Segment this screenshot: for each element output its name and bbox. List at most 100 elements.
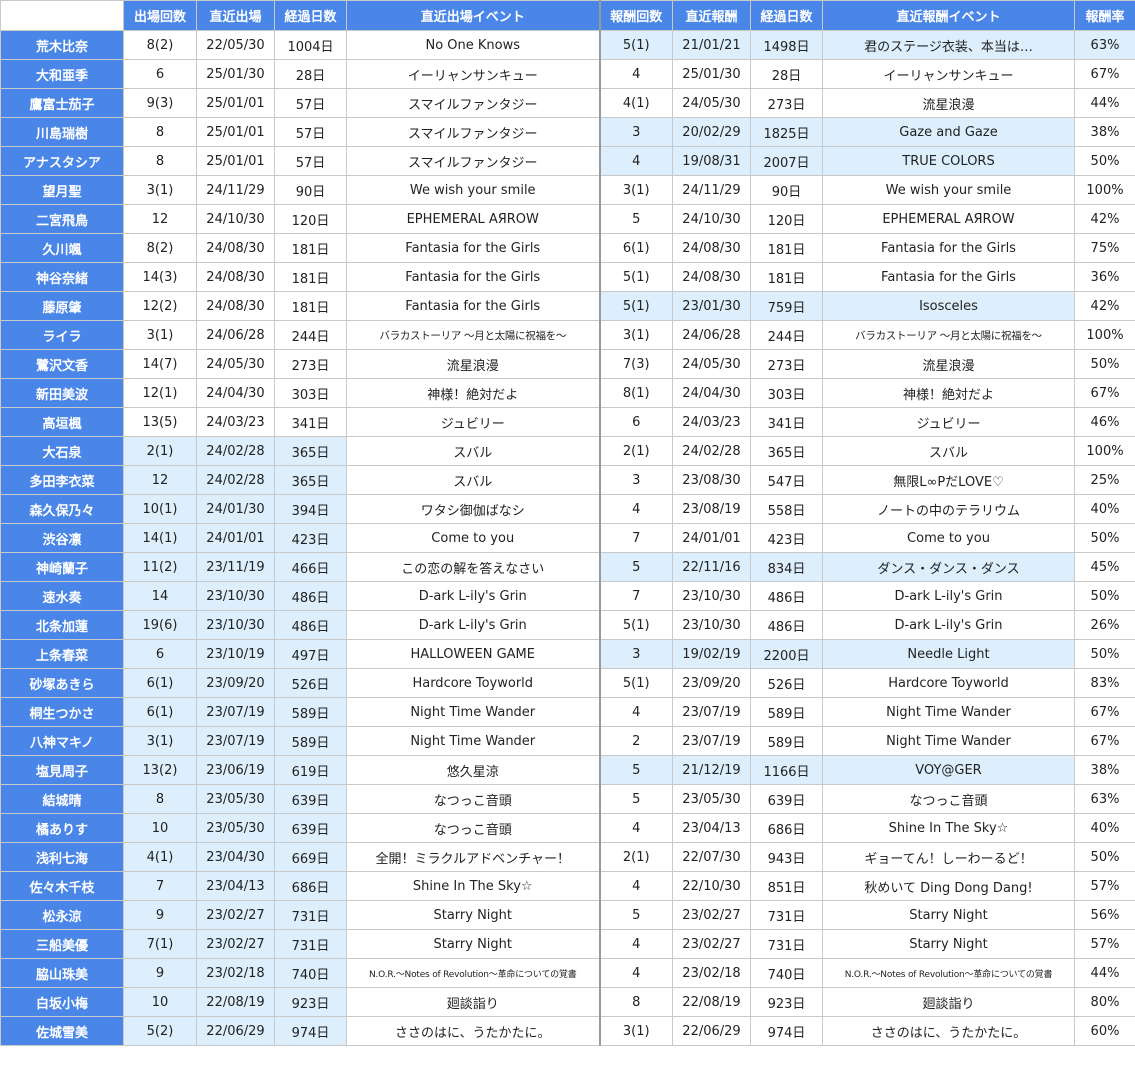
idol-name-cell[interactable]: 白坂小梅 [0, 987, 124, 1017]
reward-rate-cell[interactable]: 44% [1074, 958, 1135, 988]
reward-event-cell[interactable]: ジュビリー [822, 407, 1075, 437]
recent-appearance-cell[interactable]: 23/10/30 [196, 610, 275, 640]
idol-name-cell[interactable]: 川島瑞樹 [0, 117, 124, 147]
reward-rate-cell[interactable]: 50% [1074, 581, 1135, 611]
recent-reward-cell[interactable]: 22/07/30 [672, 842, 751, 872]
elapsed-days-cell[interactable]: 974日 [274, 1016, 347, 1046]
idol-name-cell[interactable]: 浅利七海 [0, 842, 124, 872]
recent-appearance-cell[interactable]: 24/02/28 [196, 465, 275, 495]
reward-elapsed-days-cell[interactable]: 740日 [750, 958, 823, 988]
reward-rate-cell[interactable]: 45% [1074, 552, 1135, 582]
idol-name-cell[interactable]: 結城晴 [0, 784, 124, 814]
appearance-event-cell[interactable]: この恋の解を答えなさい [346, 552, 600, 582]
reward-rate-cell[interactable]: 67% [1074, 697, 1135, 727]
recent-appearance-cell[interactable]: 24/11/29 [196, 175, 275, 205]
idol-name-cell[interactable]: 新田美波 [0, 378, 124, 408]
rewards-cell[interactable]: 4(1) [598, 88, 673, 118]
recent-reward-cell[interactable]: 21/01/21 [672, 30, 751, 60]
appearances-cell[interactable]: 12 [123, 204, 197, 234]
idol-name-cell[interactable]: 松永涼 [0, 900, 124, 930]
appearances-cell[interactable]: 13(2) [123, 755, 197, 785]
appearance-event-cell[interactable]: スマイルファンタジー [346, 88, 600, 118]
recent-reward-cell[interactable]: 22/11/16 [672, 552, 751, 582]
appearances-cell[interactable]: 2(1) [123, 436, 197, 466]
recent-reward-cell[interactable]: 19/08/31 [672, 146, 751, 176]
elapsed-days-cell[interactable]: 526日 [274, 668, 347, 698]
rewards-cell[interactable]: 4 [598, 697, 673, 727]
elapsed-days-cell[interactable]: 57日 [274, 117, 347, 147]
recent-appearance-cell[interactable]: 23/07/19 [196, 726, 275, 756]
recent-appearance-cell[interactable]: 24/10/30 [196, 204, 275, 234]
elapsed-days-cell[interactable]: 57日 [274, 88, 347, 118]
reward-elapsed-days-cell[interactable]: 1498日 [750, 30, 823, 60]
reward-elapsed-days-cell[interactable]: 526日 [750, 668, 823, 698]
recent-reward-cell[interactable]: 25/01/30 [672, 59, 751, 89]
rewards-cell[interactable]: 5(1) [598, 610, 673, 640]
reward-elapsed-days-cell[interactable]: 731日 [750, 929, 823, 959]
elapsed-days-cell[interactable]: 923日 [274, 987, 347, 1017]
appearance-event-cell[interactable]: Come to you [346, 523, 600, 553]
appearances-cell[interactable]: 19(6) [123, 610, 197, 640]
elapsed-days-cell[interactable]: 181日 [274, 233, 347, 263]
reward-rate-cell[interactable]: 25% [1074, 465, 1135, 495]
reward-rate-cell[interactable]: 80% [1074, 987, 1135, 1017]
appearance-event-cell[interactable]: 全開！ミラクルアドベンチャー！ [346, 842, 600, 872]
rewards-cell[interactable]: 3 [598, 639, 673, 669]
appearances-cell[interactable]: 7 [123, 871, 197, 901]
reward-event-cell[interactable]: Gaze and Gaze [822, 117, 1075, 147]
appearances-cell[interactable]: 3(1) [123, 320, 197, 350]
reward-elapsed-days-cell[interactable]: 181日 [750, 233, 823, 263]
reward-rate-cell[interactable]: 50% [1074, 523, 1135, 553]
reward-elapsed-days-cell[interactable]: 558日 [750, 494, 823, 524]
reward-elapsed-days-cell[interactable]: 273日 [750, 349, 823, 379]
appearances-cell[interactable]: 11(2) [123, 552, 197, 582]
appearances-cell[interactable]: 10(1) [123, 494, 197, 524]
idol-name-cell[interactable]: 望月聖 [0, 175, 124, 205]
elapsed-days-cell[interactable]: 731日 [274, 929, 347, 959]
recent-reward-cell[interactable]: 23/08/30 [672, 465, 751, 495]
appearance-event-cell[interactable]: Shine In The Sky☆ [346, 871, 600, 901]
recent-reward-cell[interactable]: 24/04/30 [672, 378, 751, 408]
reward-event-cell[interactable]: 秋めいて Ding Dong Dang! [822, 871, 1075, 901]
elapsed-days-cell[interactable]: 486日 [274, 581, 347, 611]
reward-elapsed-days-cell[interactable]: 943日 [750, 842, 823, 872]
rewards-cell[interactable]: 7(3) [598, 349, 673, 379]
reward-rate-cell[interactable]: 100% [1074, 320, 1135, 350]
reward-elapsed-days-cell[interactable]: 273日 [750, 88, 823, 118]
idol-name-cell[interactable]: 脇山珠美 [0, 958, 124, 988]
recent-reward-cell[interactable]: 23/09/20 [672, 668, 751, 698]
recent-reward-cell[interactable]: 23/02/18 [672, 958, 751, 988]
recent-appearance-cell[interactable]: 24/03/23 [196, 407, 275, 437]
appearance-event-cell[interactable]: スマイルファンタジー [346, 117, 600, 147]
appearances-cell[interactable]: 8(2) [123, 233, 197, 263]
recent-reward-cell[interactable]: 24/08/30 [672, 233, 751, 263]
elapsed-days-cell[interactable]: 589日 [274, 697, 347, 727]
col-header-appearances[interactable]: 出場回数 [123, 0, 197, 31]
idol-name-cell[interactable]: 渋谷凛 [0, 523, 124, 553]
recent-reward-cell[interactable]: 23/04/13 [672, 813, 751, 843]
reward-event-cell[interactable]: We wish your smile [822, 175, 1075, 205]
reward-elapsed-days-cell[interactable]: 589日 [750, 697, 823, 727]
idol-name-cell[interactable]: 上条春菜 [0, 639, 124, 669]
recent-reward-cell[interactable]: 23/07/19 [672, 697, 751, 727]
appearance-event-cell[interactable]: ジュビリー [346, 407, 600, 437]
appearances-cell[interactable]: 3(1) [123, 175, 197, 205]
idol-name-cell[interactable]: 三船美優 [0, 929, 124, 959]
rewards-cell[interactable]: 3(1) [598, 175, 673, 205]
rewards-cell[interactable]: 7 [598, 581, 673, 611]
reward-elapsed-days-cell[interactable]: 423日 [750, 523, 823, 553]
appearances-cell[interactable]: 6(1) [123, 697, 197, 727]
reward-elapsed-days-cell[interactable]: 341日 [750, 407, 823, 437]
appearances-cell[interactable]: 9 [123, 958, 197, 988]
appearances-cell[interactable]: 14(3) [123, 262, 197, 292]
reward-rate-cell[interactable]: 67% [1074, 378, 1135, 408]
recent-reward-cell[interactable]: 24/02/28 [672, 436, 751, 466]
reward-rate-cell[interactable]: 75% [1074, 233, 1135, 263]
idol-name-cell[interactable]: 速水奏 [0, 581, 124, 611]
reward-event-cell[interactable]: 君のステージ衣装、本当は… [822, 30, 1075, 60]
reward-rate-cell[interactable]: 57% [1074, 871, 1135, 901]
rewards-cell[interactable]: 4 [598, 146, 673, 176]
rewards-cell[interactable]: 4 [598, 871, 673, 901]
recent-appearance-cell[interactable]: 23/07/19 [196, 697, 275, 727]
recent-reward-cell[interactable]: 22/08/19 [672, 987, 751, 1017]
